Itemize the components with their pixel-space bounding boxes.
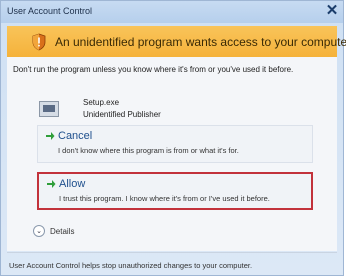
close-button[interactable]: ✕ (323, 1, 341, 19)
details-toggle[interactable]: ⌄ Details (33, 225, 74, 237)
green-arrow-icon (46, 132, 55, 140)
allow-description: I trust this program. I know where it's … (59, 194, 270, 203)
shield-warning-icon (32, 33, 46, 50)
chevron-down-icon: ⌄ (33, 225, 45, 237)
program-publisher: Unidentified Publisher (83, 110, 161, 119)
details-label: Details (50, 226, 75, 236)
uac-dialog: User Account Control ✕ An unidentified p… (0, 0, 346, 276)
cancel-description: I don't know where this program is from … (58, 146, 239, 155)
allow-option[interactable]: Allow I trust this program. I know where… (37, 172, 313, 210)
dialog-content: Don't run the program unless you know wh… (7, 57, 337, 251)
program-info: Setup.exe Unidentified Publisher (39, 97, 161, 121)
cancel-title: Cancel (58, 130, 93, 142)
green-arrow-icon (47, 180, 56, 188)
cancel-option[interactable]: Cancel I don't know where this program i… (37, 125, 313, 163)
window-title: User Account Control (7, 6, 93, 16)
footer-text: User Account Control helps stop unauthor… (9, 261, 253, 270)
warning-text: Don't run the program unless you know wh… (13, 65, 294, 74)
program-icon (39, 101, 59, 117)
banner-message: An unidentified program wants access to … (55, 34, 346, 49)
program-name: Setup.exe (83, 98, 120, 107)
warning-banner: An unidentified program wants access to … (7, 26, 346, 57)
allow-title: Allow (59, 178, 86, 190)
footer-divider (7, 252, 337, 253)
title-bar: User Account Control ✕ (1, 1, 343, 23)
